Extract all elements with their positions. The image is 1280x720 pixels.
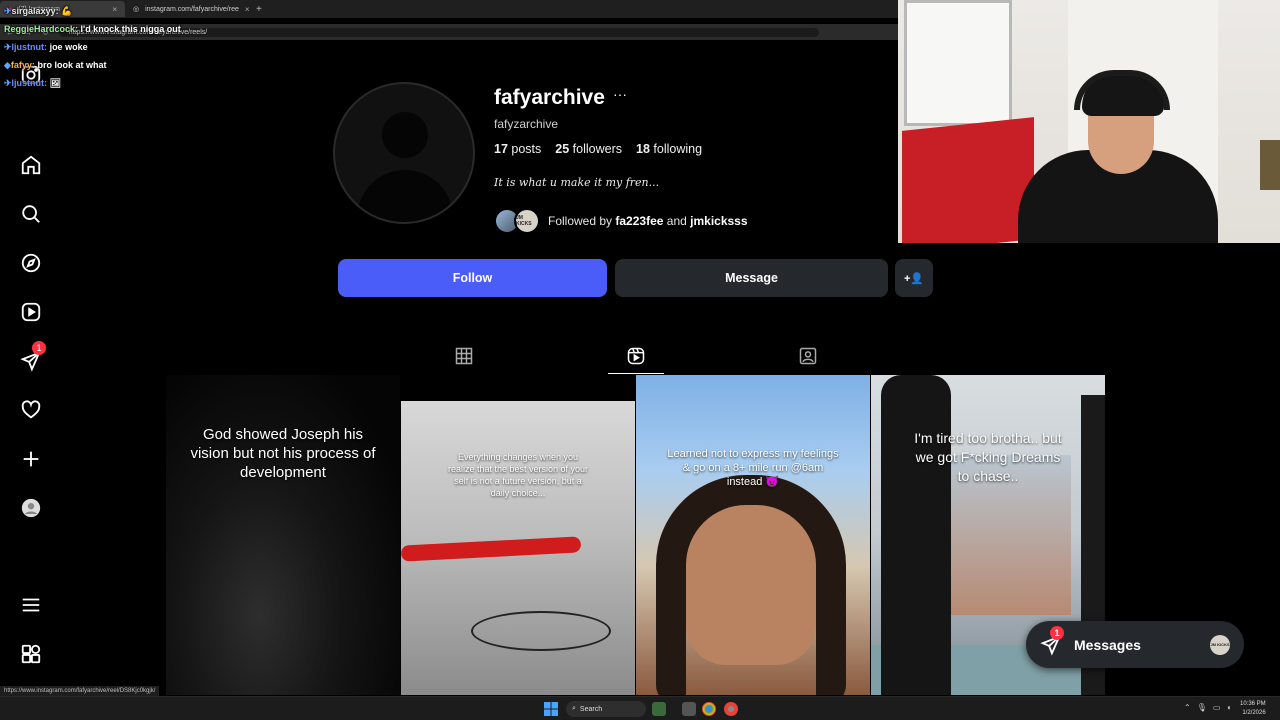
chevron-up-icon[interactable]: ⌃ bbox=[1184, 703, 1191, 712]
followers-stat[interactable]: 25 followers bbox=[555, 142, 622, 156]
profile-bio: It is what u make it my fren... bbox=[494, 176, 660, 189]
reels-tab[interactable] bbox=[608, 338, 664, 374]
file-explorer-icon[interactable] bbox=[682, 702, 696, 716]
chat-username: ljustnut: bbox=[11, 42, 48, 52]
messages-pill-label: Messages bbox=[1074, 636, 1141, 653]
conversation-avatar: JM KICKS bbox=[1210, 634, 1230, 655]
chat-line: ◆fafyy: bro look at what bbox=[4, 56, 181, 74]
reels-icon[interactable] bbox=[20, 301, 42, 323]
messages-pill-badge: 1 bbox=[1050, 625, 1064, 640]
chat-username: ReggieHardcock: bbox=[4, 24, 79, 34]
grid-icon bbox=[455, 347, 473, 365]
suggested-users-button[interactable]: +👤 bbox=[895, 259, 933, 297]
chat-line: ✈ljustnut: 🖼 bbox=[4, 74, 181, 92]
close-tab-icon[interactable]: × bbox=[245, 5, 250, 14]
clock-date: 1/2/2026 bbox=[1242, 710, 1266, 716]
chat-badge-icon: ✈ bbox=[4, 78, 12, 88]
reel-caption: Learned not to express my feelings & go … bbox=[667, 448, 839, 488]
followed-by[interactable]: JM KICKS Followed by fa223fee and jmkick… bbox=[494, 206, 748, 236]
network-icon[interactable]: ▭ bbox=[1213, 703, 1221, 712]
search-icon: ⌕ bbox=[572, 705, 576, 712]
chat-line: ReggieHardcock: I'd knock this nigga out bbox=[4, 20, 181, 38]
avatar-silhouette-head bbox=[382, 112, 428, 158]
reel-thumbnail bbox=[401, 401, 635, 695]
explore-icon[interactable] bbox=[20, 252, 42, 274]
messages-icon: 1 bbox=[1040, 625, 1064, 656]
chat-username: fafyy: bbox=[10, 60, 35, 70]
frame-edge bbox=[1260, 140, 1280, 190]
profile-avatar[interactable] bbox=[333, 82, 475, 224]
volume-icon[interactable]: ◖ bbox=[1226, 703, 1231, 712]
profile-tabs bbox=[166, 338, 1106, 374]
messages-pill[interactable]: 1 Messages JM KICKS bbox=[1026, 621, 1244, 668]
new-tab-button[interactable]: + bbox=[250, 4, 268, 15]
messages-badge: 1 bbox=[32, 341, 46, 355]
red-flag bbox=[902, 117, 1034, 243]
message-button[interactable]: Message bbox=[615, 259, 888, 297]
chrome-icon[interactable] bbox=[702, 702, 716, 716]
taskbar-app-icon[interactable] bbox=[652, 702, 666, 716]
chat-username: sirgalaxyy: bbox=[11, 6, 59, 16]
chat-badge-icon: ◆ bbox=[4, 60, 11, 70]
chat-line: ✈ljustnut: joe woke bbox=[4, 38, 181, 56]
profile-stats: 17 posts 25 followers 18 following bbox=[494, 142, 702, 156]
profile-display-name: fafyzarchive bbox=[494, 117, 559, 131]
webcam-overlay bbox=[898, 0, 1280, 243]
reel-caption: God showed Joseph his vision but not his… bbox=[190, 426, 376, 481]
chat-message: 🖼 bbox=[49, 78, 61, 88]
thumbnail-detail bbox=[471, 611, 611, 651]
tagged-icon bbox=[799, 347, 817, 365]
thumbnail-detail bbox=[401, 536, 582, 562]
create-icon[interactable] bbox=[20, 448, 42, 470]
menu-icon[interactable] bbox=[20, 594, 42, 616]
reels-icon bbox=[627, 347, 645, 364]
stream-chat-overlay: ✈sirgalaxyy: 💪 ReggieHardcock: I'd knock… bbox=[4, 2, 181, 92]
posts-tab[interactable] bbox=[436, 338, 492, 374]
chat-message: joe woke bbox=[49, 42, 88, 52]
browser-app-icon[interactable] bbox=[724, 702, 738, 716]
messages-icon[interactable]: 1 bbox=[20, 341, 46, 372]
reel-caption: Everything changes when you realize that… bbox=[447, 452, 589, 498]
chat-message: I'd knock this nigga out bbox=[80, 24, 181, 34]
chat-username: ljustnut: bbox=[11, 78, 48, 88]
reel-tile[interactable]: God showed Joseph his vision but not his… bbox=[166, 375, 400, 695]
avatar-silhouette-body bbox=[357, 170, 453, 222]
chat-badge-icon: ✈ bbox=[4, 42, 12, 52]
taskbar: ⌕ Search ⌃ 🎙 ▭ ◖ 10:36 PM 1/2/2026 bbox=[0, 696, 1280, 720]
search-icon[interactable] bbox=[20, 203, 42, 225]
tagged-tab[interactable] bbox=[780, 338, 836, 374]
follower-avatar: JM KICKS bbox=[514, 208, 540, 234]
reels-grid: God showed Joseph his vision but not his… bbox=[166, 375, 1106, 695]
follow-button[interactable]: Follow bbox=[338, 259, 607, 297]
apps-icon[interactable] bbox=[20, 643, 42, 665]
mic-icon[interactable]: 🎙 bbox=[1197, 703, 1207, 712]
reel-caption: I'm tired too brotha.. but we got F*ckin… bbox=[914, 430, 1062, 484]
posts-stat: 17 posts bbox=[494, 142, 542, 156]
clock-time: 10:36 PM bbox=[1240, 701, 1266, 707]
taskbar-clock[interactable]: 10:36 PM 1/2/2026 bbox=[1240, 700, 1266, 718]
profile-icon[interactable] bbox=[20, 497, 42, 519]
following-stat[interactable]: 18 following bbox=[636, 142, 702, 156]
screen: ● (7) Instagram × ◎ instagram.com/fafyar… bbox=[0, 0, 1280, 720]
profile-username: fafyarchive bbox=[494, 86, 605, 109]
chat-message: 💪 bbox=[61, 6, 73, 16]
status-bar-url: https://www.instagram.com/fafyarchive/re… bbox=[0, 686, 160, 696]
taskbar-search[interactable]: ⌕ Search bbox=[566, 701, 646, 717]
reel-tile[interactable]: Everything changes when you realize that… bbox=[401, 375, 635, 695]
notifications-icon[interactable] bbox=[20, 399, 42, 421]
followed-by-text: Followed by fa223fee and jmkicksss bbox=[548, 214, 748, 228]
home-icon[interactable] bbox=[20, 154, 42, 176]
thumbnail-detail bbox=[656, 475, 846, 695]
more-options-icon[interactable]: ··· bbox=[613, 86, 627, 102]
system-tray: ⌃ 🎙 ▭ ◖ bbox=[1184, 703, 1231, 712]
left-nav: 1 bbox=[0, 60, 64, 700]
thumbnail-detail bbox=[881, 375, 951, 695]
chat-badge-icon: ✈ bbox=[4, 6, 12, 16]
windows-start-icon[interactable] bbox=[544, 702, 558, 716]
whiteboard bbox=[904, 0, 1012, 126]
reel-tile[interactable]: Learned not to express my feelings & go … bbox=[636, 375, 870, 695]
chat-line: ✈sirgalaxyy: 💪 bbox=[4, 2, 181, 20]
chat-message: bro look at what bbox=[37, 60, 107, 70]
